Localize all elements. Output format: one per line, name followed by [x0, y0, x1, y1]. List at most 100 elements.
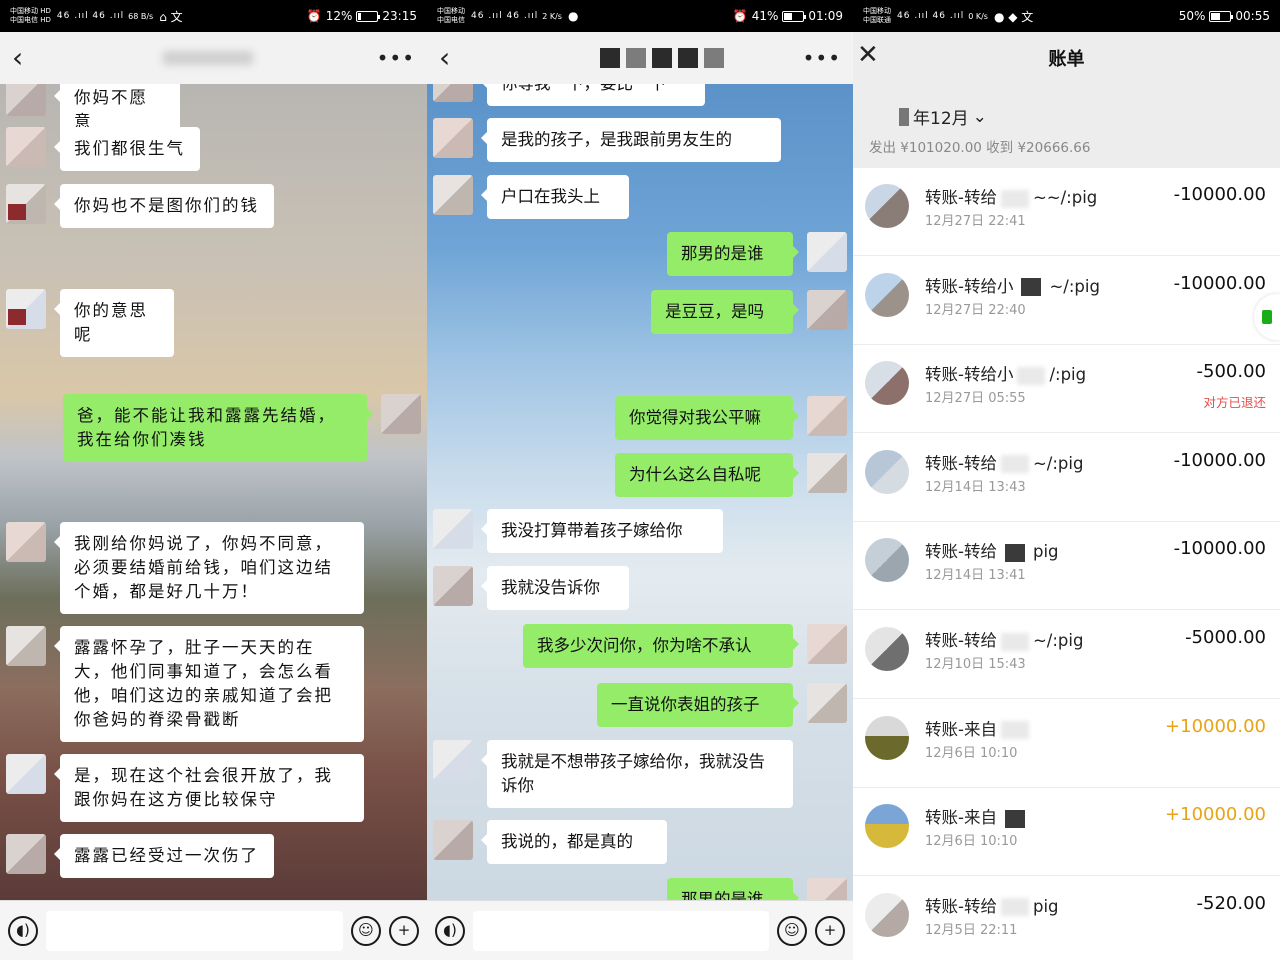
bill-row[interactable]: 转账-转给 ~/:pig 12月14日 13:43 -10000.00: [853, 434, 1280, 522]
chat-message-left[interactable]: 我们都很生气: [6, 127, 200, 171]
chat-message-right[interactable]: 那男的是谁: [667, 878, 847, 900]
message-bubble[interactable]: 是我的孩子，是我跟前男友生的: [481, 118, 781, 162]
message-bubble[interactable]: 我刚给你妈说了，你妈不同意，必须要结婚前给钱，咱们这边结个婚，都是好几十万！: [54, 522, 364, 614]
avatar[interactable]: [807, 453, 847, 493]
avatar[interactable]: [433, 740, 473, 780]
chat-messages[interactable]: 你等我一下，要比一下是我的孩子，是我跟前男友生的户口在我头上那男的是谁是豆豆，是…: [427, 84, 853, 900]
message-bubble[interactable]: 你觉得对我公平嘛: [615, 396, 799, 440]
back-icon[interactable]: ‹: [439, 44, 450, 72]
message-bubble[interactable]: 我就没告诉你: [481, 566, 629, 610]
chat-message-left[interactable]: 露露怀孕了，肚子一天天的在大，他们同事知道了，会怎么看他，咱们这边的亲戚知道了会…: [6, 626, 364, 742]
message-bubble[interactable]: 露露怀孕了，肚子一天天的在大，他们同事知道了，会怎么看他，咱们这边的亲戚知道了会…: [54, 626, 364, 742]
close-icon[interactable]: ✕: [857, 42, 879, 68]
emoji-icon[interactable]: ☺: [351, 915, 381, 946]
message-bubble[interactable]: 为什么这么自私呢: [615, 453, 799, 497]
chat-message-left[interactable]: 你等我一下，要比一下: [433, 84, 705, 106]
avatar[interactable]: [6, 626, 46, 666]
message-bubble[interactable]: 露露已经受过一次伤了: [54, 834, 274, 878]
avatar[interactable]: [807, 396, 847, 436]
chat-message-right[interactable]: 爸，能不能让我和露露先结婚，我在给你们凑钱: [63, 394, 421, 462]
battery-percent: 12%: [325, 9, 353, 23]
message-bubble[interactable]: 那男的是谁: [667, 232, 799, 276]
bill-title: 转账-转给小 ~/:pig: [925, 273, 1100, 297]
chat-message-left[interactable]: 你的意思呢: [6, 289, 174, 357]
chat-message-left[interactable]: 我就没告诉你: [433, 566, 629, 610]
more-icon[interactable]: •••: [803, 46, 841, 70]
avatar[interactable]: [381, 394, 421, 434]
avatar[interactable]: [6, 184, 46, 224]
avatar[interactable]: [6, 127, 46, 167]
message-bubble[interactable]: 是，现在这个社会很开放了，我跟你妈在这方便比较保守: [54, 754, 364, 822]
bill-row[interactable]: 转账-转给 pig 12月5日 22:11 -520.00: [853, 877, 1280, 960]
message-bubble[interactable]: 我就是不想带孩子嫁给你，我就没告诉你: [481, 740, 793, 808]
chat-message-left[interactable]: 露露已经受过一次伤了: [6, 834, 274, 878]
bill-row[interactable]: 转账-转给 pig 12月14日 13:41 -10000.00: [853, 522, 1280, 611]
voice-icon[interactable]: ◖): [435, 915, 465, 946]
voice-icon[interactable]: ◖): [8, 915, 38, 946]
chat-message-left[interactable]: 我刚给你妈说了，你妈不同意，必须要结婚前给钱，咱们这边结个婚，都是好几十万！: [6, 522, 364, 614]
avatar[interactable]: [6, 754, 46, 794]
message-input[interactable]: [473, 910, 769, 951]
plus-icon[interactable]: +: [389, 915, 419, 946]
message-bubble[interactable]: 我们都很生气: [54, 127, 200, 171]
avatar[interactable]: [6, 289, 46, 329]
bill-row[interactable]: 转账-转给 ~/:pig 12月10日 15:43 -5000.00: [853, 611, 1280, 699]
message-bubble[interactable]: 你的意思呢: [54, 289, 174, 357]
avatar[interactable]: [807, 624, 847, 664]
avatar[interactable]: [6, 834, 46, 874]
bill-row[interactable]: 转账-转给 ~~/:pig 12月27日 22:41 -10000.00: [853, 168, 1280, 256]
avatar[interactable]: [807, 683, 847, 723]
chat-message-right[interactable]: 那男的是谁: [667, 232, 847, 276]
bill-title: 转账-转给 pig: [925, 538, 1059, 562]
chat-message-left[interactable]: 我说的，都是真的: [433, 820, 667, 864]
month-selector[interactable]: 年12月 ⌄: [899, 104, 987, 129]
bill-row[interactable]: 转账-来自 12月6日 10:10 +10000.00: [853, 788, 1280, 877]
chat-message-left[interactable]: 我就是不想带孩子嫁给你，我就没告诉你: [433, 740, 793, 808]
avatar[interactable]: [433, 118, 473, 158]
message-bubble[interactable]: 我多少次问你，你为啥不承认: [523, 624, 799, 668]
message-bubble[interactable]: 户口在我头上: [481, 175, 629, 219]
chat-message-right[interactable]: 是豆豆，是吗: [651, 290, 847, 334]
chat-message-right[interactable]: 一直说你表姐的孩子: [597, 683, 847, 727]
avatar[interactable]: [807, 232, 847, 272]
message-bubble[interactable]: 爸，能不能让我和露露先结婚，我在给你们凑钱: [63, 394, 373, 462]
avatar[interactable]: [433, 509, 473, 549]
chat-message-right[interactable]: 我多少次问你，你为啥不承认: [523, 624, 847, 668]
chat-message-left[interactable]: 户口在我头上: [433, 175, 629, 219]
message-bubble[interactable]: 那男的是谁: [667, 878, 799, 900]
message-bubble[interactable]: 一直说你表姐的孩子: [597, 683, 799, 727]
chat-message-left[interactable]: 是我的孩子，是我跟前男友生的: [433, 118, 781, 162]
chat-message-left[interactable]: 我没打算带着孩子嫁给你: [433, 509, 723, 553]
message-bubble[interactable]: 你等我一下，要比一下: [481, 84, 705, 106]
avatar[interactable]: [6, 522, 46, 562]
message-bubble[interactable]: 你妈也不是图你们的钱: [54, 184, 274, 228]
chat-messages[interactable]: 你妈不愿意 我们都很生气 你妈也不是图你们的钱 你的意思呢 爸，能不能让我和露露先结婚，…: [0, 84, 427, 900]
avatar[interactable]: [433, 84, 473, 102]
emoji-icon[interactable]: ☺: [777, 915, 807, 946]
message-input[interactable]: [46, 910, 343, 951]
avatar[interactable]: [433, 175, 473, 215]
status-extra-icons: ● ◆ 文: [993, 9, 1034, 24]
message-bubble[interactable]: 我说的，都是真的: [481, 820, 667, 864]
bill-panel: 中国移动 中国联通 46 .ııl 46 .ııl 0 K/s ● ◆ 文 50%…: [853, 0, 1280, 960]
bill-row[interactable]: 转账-转给小 /:pig 12月27日 05:55 -500.00 对方已退还: [853, 345, 1280, 434]
signal-icon: 46 .ııl 46 .ııl: [56, 11, 125, 21]
bill-row[interactable]: 转账-转给小 ~/:pig 12月27日 22:40 -10000.00: [853, 257, 1280, 345]
chat-message-left[interactable]: 是，现在这个社会很开放了，我跟你妈在这方便比较保守: [6, 754, 364, 822]
avatar[interactable]: [807, 878, 847, 900]
chat-message-left[interactable]: 你妈也不是图你们的钱: [6, 184, 274, 228]
chat-message-right[interactable]: 为什么这么自私呢: [615, 453, 847, 497]
message-bubble[interactable]: 是豆豆，是吗: [651, 290, 799, 334]
avatar[interactable]: [433, 820, 473, 860]
chat-message-right[interactable]: 你觉得对我公平嘛: [615, 396, 847, 440]
avatar[interactable]: [6, 84, 46, 116]
back-icon[interactable]: ‹: [12, 44, 23, 72]
bill-title: 转账-来自: [925, 716, 1033, 740]
more-icon[interactable]: •••: [377, 46, 415, 70]
avatar[interactable]: [433, 566, 473, 606]
avatar[interactable]: [807, 290, 847, 330]
plus-icon[interactable]: +: [815, 915, 845, 946]
message-bubble[interactable]: 我没打算带着孩子嫁给你: [481, 509, 723, 553]
bill-title-suffix: /:pig: [1049, 365, 1087, 385]
bill-row[interactable]: 转账-来自 12月6日 10:10 +10000.00: [853, 700, 1280, 788]
